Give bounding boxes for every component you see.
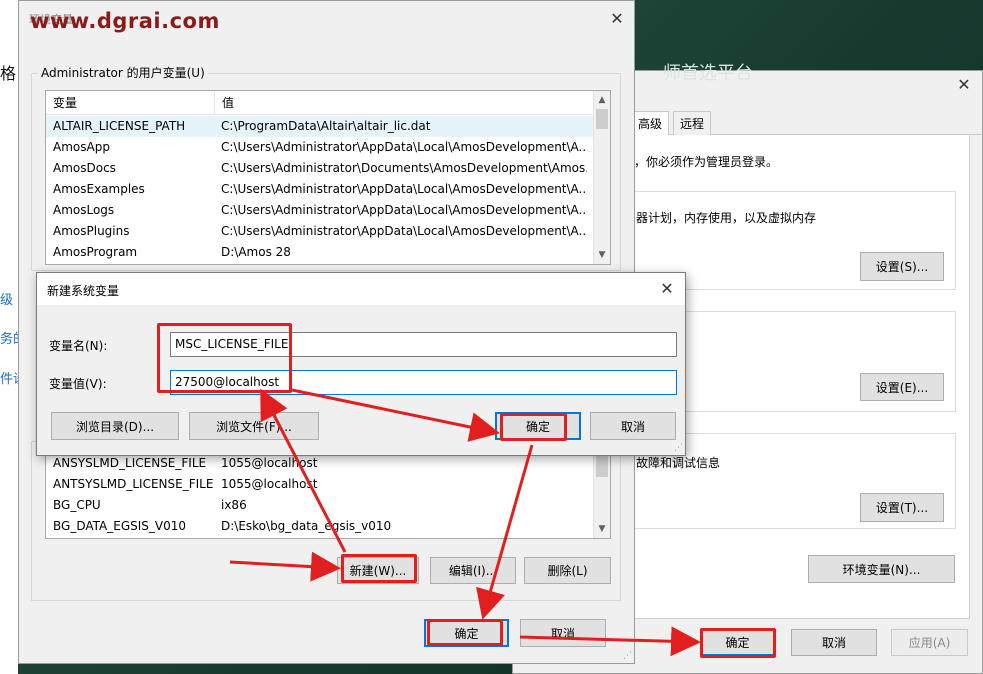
arrow-to-new-button — [229, 551, 341, 582]
arrow-to-newvar-ok — [291, 388, 500, 442]
arrow-to-envvars-ok — [476, 444, 534, 620]
arrow-to-sysprops-ok — [519, 626, 701, 657]
arrow-from-new-to-fields — [260, 388, 347, 553]
annotation-arrows — [229, 388, 701, 657]
